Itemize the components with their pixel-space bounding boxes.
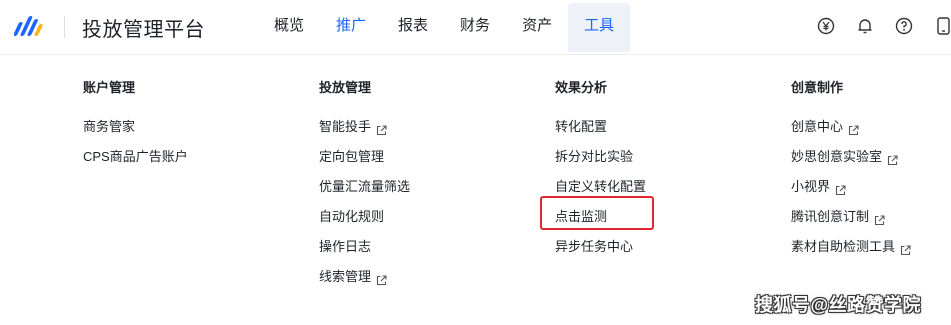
highlight-annotation-box [540, 196, 654, 230]
external-link-icon [835, 182, 846, 196]
external-link-icon [887, 152, 898, 166]
menu-item-label: 腾讯创意订制 [791, 209, 870, 224]
phone-icon[interactable] [933, 16, 951, 36]
nav-label: 工具 [584, 17, 615, 34]
menu-item-label: 商务管家 [83, 119, 136, 134]
top-navigation-bar: 投放管理平台 概览 推广 报表 财务 资产 工具 [0, 0, 951, 55]
menu-item-label: 异步任务中心 [555, 239, 634, 254]
nav-item-overview[interactable]: 概览 [258, 0, 320, 55]
menu-column-analysis: 效果分析 转化配置 拆分对比实验 自定义转化配置 点击监测 异步任务中心 [555, 78, 646, 267]
menu-column-creative: 创意制作 创意中心妙思创意实验室 小视界腾讯创意订制素材自助检测工具 [791, 78, 911, 267]
nav-label: 概览 [274, 17, 305, 34]
column-items: 商务管家 CPS商品广告账户 [83, 117, 188, 177]
menu-item[interactable]: 优量汇流量筛选 [319, 177, 410, 207]
watermark: 搜狐号@丝路赞学院 [755, 295, 922, 315]
menu-item-label: 小视界 [791, 179, 831, 194]
logo-icon[interactable] [14, 14, 50, 38]
nav-label: 财务 [460, 17, 491, 34]
header-divider [64, 16, 65, 38]
menu-item-label: 自动化规则 [319, 209, 385, 224]
column-items: 转化配置 拆分对比实验 自定义转化配置 点击监测 异步任务中心 [555, 117, 646, 267]
menu-item-label: 拆分对比实验 [555, 149, 634, 164]
menu-item-label: 妙思创意实验室 [791, 149, 883, 164]
menu-column-delivery: 投放管理 智能投手定向包管理优量汇流量筛选 自动化规则操作日志线索管理 [319, 78, 410, 297]
menu-item[interactable]: 腾讯创意订制 [791, 207, 911, 237]
column-items: 创意中心妙思创意实验室 小视界腾讯创意订制素材自助检测工具 [791, 117, 911, 267]
menu-item-label: 操作日志 [319, 239, 372, 254]
yen-icon[interactable] [816, 16, 836, 36]
menu-item[interactable]: 创意中心 [791, 117, 911, 147]
external-link-icon [874, 212, 885, 226]
menu-item[interactable]: 妙思创意实验室 [791, 147, 911, 177]
menu-item-label: CPS商品广告账户 [83, 149, 188, 164]
menu-item[interactable]: 自动化规则 [319, 207, 410, 237]
nav-item-reports[interactable]: 报表 [382, 0, 444, 55]
menu-item-label: 转化配置 [555, 119, 608, 134]
nav-item-finance[interactable]: 财务 [444, 0, 506, 55]
menu-item[interactable]: 操作日志 [319, 237, 410, 267]
menu-item-label: 定向包管理 [319, 149, 385, 164]
menu-item-label: 优量汇流量筛选 [319, 179, 411, 194]
menu-item[interactable]: 定向包管理 [319, 147, 410, 177]
menu-column-account: 账户管理 商务管家 CPS商品广告账户 [83, 78, 188, 177]
menu-item-label: 创意中心 [791, 119, 844, 134]
column-title: 效果分析 [555, 80, 608, 95]
external-link-icon [376, 272, 387, 286]
nav-item-promotion[interactable]: 推广 [320, 0, 382, 55]
column-title: 创意制作 [791, 80, 844, 95]
menu-item[interactable]: 转化配置 [555, 117, 646, 147]
nav-label: 资产 [522, 17, 553, 34]
column-items: 智能投手定向包管理优量汇流量筛选 自动化规则操作日志线索管理 [319, 117, 410, 297]
menu-item[interactable]: CPS商品广告账户 [83, 147, 188, 177]
external-link-icon [376, 122, 387, 136]
nav-item-tools[interactable]: 工具 [568, 3, 631, 52]
bell-icon[interactable] [855, 16, 875, 36]
menu-item[interactable]: 线索管理 [319, 267, 410, 297]
menu-item[interactable]: 小视界 [791, 177, 911, 207]
nav-item-assets[interactable]: 资产 [506, 0, 568, 55]
column-title: 投放管理 [319, 80, 372, 95]
external-link-icon [900, 242, 911, 256]
column-title: 账户管理 [83, 80, 136, 95]
help-icon[interactable] [894, 16, 914, 36]
menu-item-label: 自定义转化配置 [555, 179, 647, 194]
nav-label: 报表 [398, 17, 429, 34]
menu-item-label: 线索管理 [319, 269, 372, 284]
nav-label: 推广 [336, 17, 367, 34]
menu-item[interactable]: 智能投手 [319, 117, 410, 147]
menu-item[interactable]: 拆分对比实验 [555, 147, 646, 177]
main-nav: 概览 推广 报表 财务 资产 工具 [258, 0, 631, 55]
menu-item-label: 智能投手 [319, 119, 372, 134]
menu-item[interactable]: 素材自助检测工具 [791, 237, 911, 267]
menu-item[interactable]: 商务管家 [83, 117, 188, 147]
external-link-icon [848, 122, 859, 136]
menu-item[interactable]: 异步任务中心 [555, 237, 646, 267]
menu-item-label: 素材自助检测工具 [791, 239, 896, 254]
header-actions [816, 16, 951, 36]
app-title: 投放管理平台 [82, 19, 205, 41]
